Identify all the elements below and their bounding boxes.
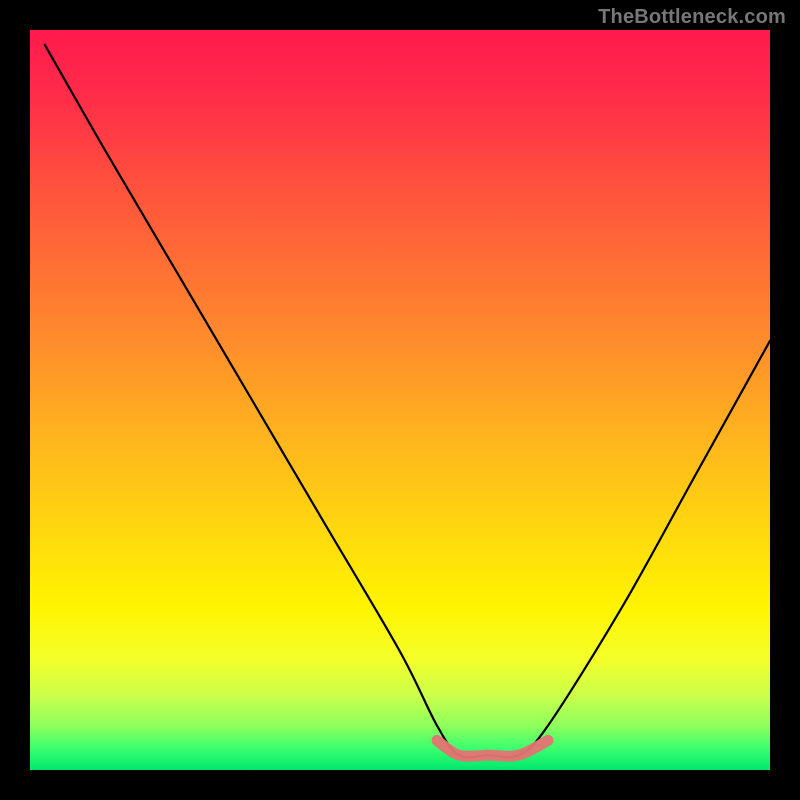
- curve-layer: [30, 30, 770, 770]
- plot-area: [30, 30, 770, 770]
- chart-frame: TheBottleneck.com: [0, 0, 800, 800]
- watermark-label: TheBottleneck.com: [598, 6, 786, 29]
- optimal-zone-highlight: [437, 740, 548, 756]
- bottleneck-curve: [45, 45, 770, 758]
